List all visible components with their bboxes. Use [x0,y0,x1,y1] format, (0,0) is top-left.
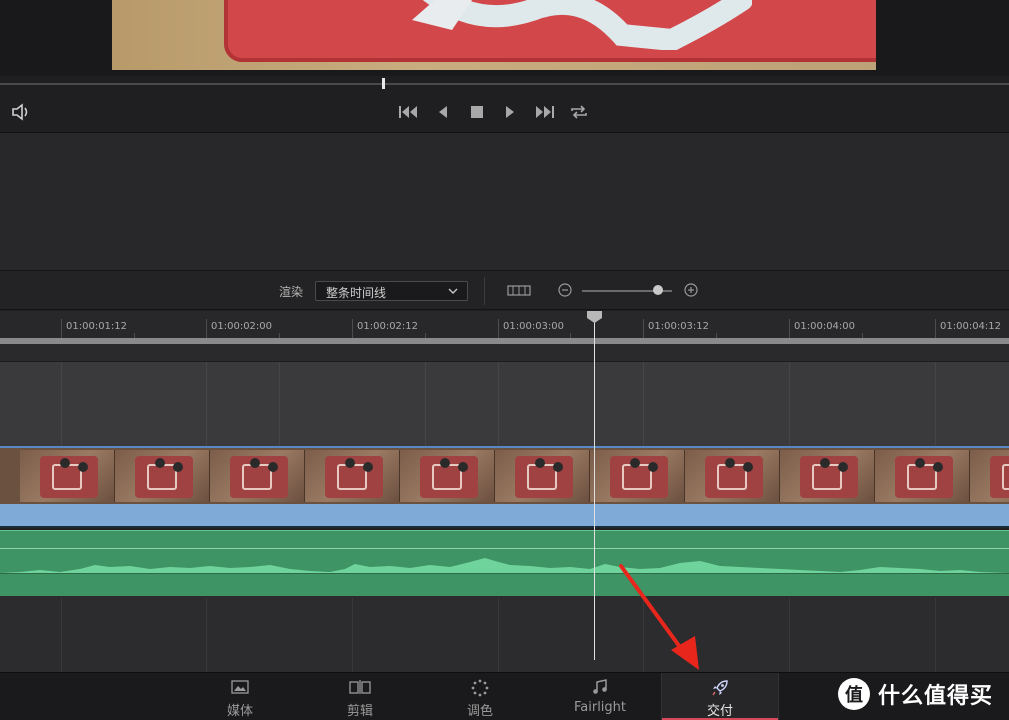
render-range-select[interactable]: 整条时间线 [315,281,468,301]
site-watermark: 值 什么值得买 [838,674,993,714]
timecode-label: 01:00:03:00 [503,321,565,332]
clip-thumbnail [210,450,305,502]
watermark-logo-text: 值 [845,685,863,706]
clip-thumbnail [305,450,400,502]
skip-to-end-icon[interactable] [532,102,556,122]
timecode-label: 01:00:02:12 [357,321,419,332]
clip-thumbnail [20,450,115,502]
timecode-label: 01:00:04:00 [794,321,856,332]
video-selection-bar[interactable] [0,504,1009,528]
grid-line [352,598,353,672]
skip-to-start-icon[interactable] [397,102,421,122]
clip-thumbnail [875,450,970,502]
clip-thumbnail [400,450,495,502]
stop-icon[interactable] [465,102,489,122]
tab-label: 调色 [466,704,493,719]
play-icon[interactable] [498,102,522,122]
scrubber-handle[interactable] [382,78,385,89]
clip-thumbnail [685,450,780,502]
tab-fairlight[interactable]: Fairlight [541,673,659,720]
playhead-handle[interactable] [586,310,603,324]
audio-track-2[interactable] [0,598,1009,672]
render-range-value: 整条时间线 [326,286,387,300]
grid-line [61,598,62,672]
ruler-tick [498,319,499,338]
grid-line [935,362,936,446]
render-label: 渲染 [279,285,304,299]
timecode-label: 01:00:02:00 [211,321,273,332]
ruler-tick [352,319,353,338]
watermark-text: 什么值得买 [878,684,994,709]
edit-icon [349,680,371,694]
ruler-tick [61,319,62,338]
tab-media[interactable]: 媒体 [181,673,299,720]
tab-label: 交付 [706,704,733,719]
viewer-scrubber[interactable] [0,83,1009,85]
grid-line [279,362,280,446]
grid-line [935,598,936,672]
grid-line [61,362,62,446]
grid-line [498,362,499,446]
ruler-tick [789,319,790,338]
tab-edit[interactable]: 剪辑 [301,673,419,720]
chevron-down-icon [448,288,458,294]
timecode-label: 01:00:03:12 [648,321,710,332]
inspector-area [0,132,1009,270]
timecode-label: 01:00:04:12 [940,321,1002,332]
ruler-tick [206,319,207,338]
divider [484,277,485,305]
video-clip[interactable] [0,446,1009,504]
playhead-line[interactable] [594,318,595,660]
tab-label: Fairlight [573,700,627,715]
grid-line [206,362,207,446]
timeline-ruler[interactable]: 01:00:01:12 01:00:02:00 01:00:02:12 01:0… [0,311,1009,338]
audio-waveform [0,558,1009,573]
rocket-icon [712,680,728,696]
grid-line [789,598,790,672]
timecode-label: 01:00:01:12 [66,321,128,332]
audio-center-line [0,573,1009,574]
music-note-icon [593,679,607,694]
clip-thumbnail [590,450,685,502]
loop-icon[interactable] [567,102,591,122]
ruler-tick [643,319,644,338]
render-settings-bar: 渲染 整条时间线 [0,270,1009,310]
tab-deliver[interactable]: 交付 [661,673,779,720]
zoom-slider-knob[interactable] [653,285,663,295]
clip-thumbnail [970,450,1009,502]
clip-thumbnail [780,450,875,502]
zoom-out-icon[interactable] [557,282,573,298]
clip-thumbnail [115,450,210,502]
track-separator [0,344,1009,362]
grid-line [643,362,644,446]
step-back-icon[interactable] [431,102,455,122]
video-frame [112,0,876,70]
grid-line [789,362,790,446]
clip-strip-icon[interactable] [507,284,531,298]
viewer-panel [0,0,1009,76]
ruler-tick [935,319,936,338]
grid-line [498,598,499,672]
audio-clip[interactable] [0,530,1009,598]
grid-line [206,598,207,672]
video-track-2[interactable] [0,362,1009,446]
tab-label: 媒体 [226,704,253,719]
clip-thumbnail [495,450,590,502]
watermark-logo: 值 [838,678,870,710]
annotation-arrow-icon [619,564,699,670]
transport-controls [0,90,1009,134]
color-icon [471,679,489,697]
tab-color[interactable]: 调色 [421,673,539,720]
grid-line [425,362,426,446]
media-icon [231,680,249,694]
frame-print [412,0,752,50]
zoom-in-icon[interactable] [683,282,699,298]
tab-label: 剪辑 [346,704,373,719]
